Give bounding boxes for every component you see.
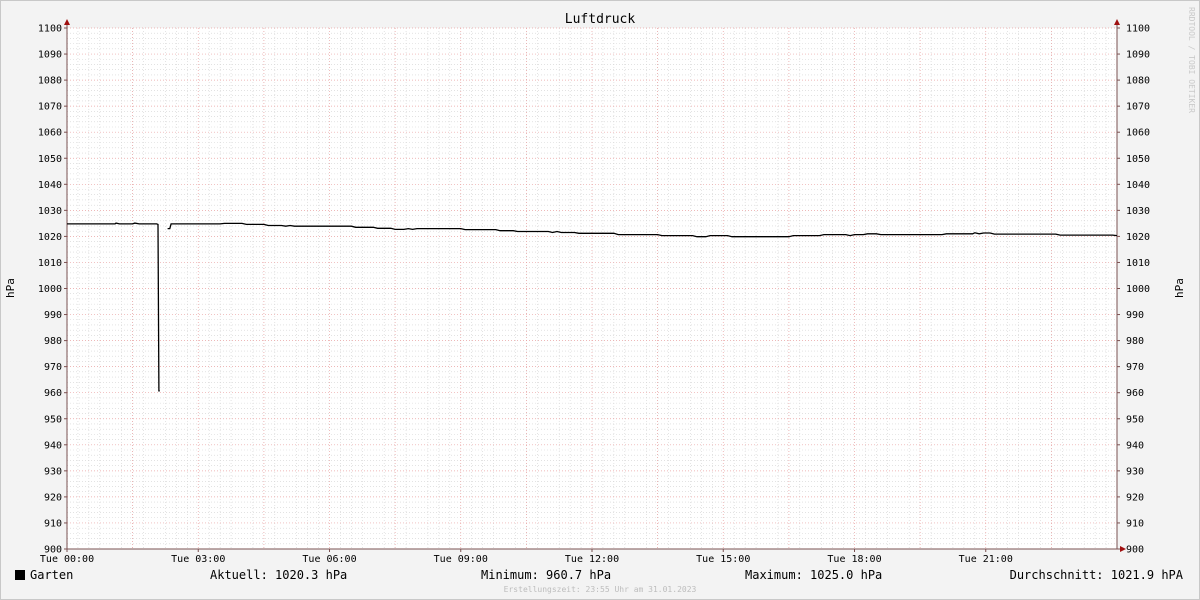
y-tick-label-right: 970 bbox=[1126, 362, 1144, 373]
y-tick-label-right: 900 bbox=[1126, 545, 1144, 556]
stat-average: Durchschnitt: 1021.9 hPA bbox=[1009, 568, 1183, 582]
y-tick-label: 940 bbox=[44, 440, 62, 451]
x-tick-label: Tue 00:00 bbox=[40, 554, 94, 565]
y-tick-label: 1070 bbox=[38, 102, 62, 113]
y-tick-label: 1020 bbox=[38, 232, 62, 243]
y-tick-label-right: 1020 bbox=[1126, 232, 1150, 243]
y-tick-label-right: 1010 bbox=[1126, 258, 1150, 269]
legend-swatch-garten bbox=[15, 570, 25, 580]
y-tick-label: 990 bbox=[44, 310, 62, 321]
stat-minimum: Minimum: 960.7 hPa bbox=[481, 568, 612, 582]
x-tick-label: Tue 15:00 bbox=[696, 554, 750, 565]
y-tick-label: 1030 bbox=[38, 206, 62, 217]
y-tick-label-right: 990 bbox=[1126, 310, 1144, 321]
y-tick-label-right: 1060 bbox=[1126, 128, 1150, 139]
rrdtool-watermark: RRDTOOL / TOBI OETIKER bbox=[1187, 7, 1196, 113]
y-tick-label-right: 910 bbox=[1126, 518, 1144, 529]
y-tick-label-right: 1040 bbox=[1126, 180, 1150, 191]
y-tick-label-right: 1100 bbox=[1126, 24, 1150, 35]
chart-title: Luftdruck bbox=[565, 12, 636, 27]
x-tick-label: Tue 21:00 bbox=[959, 554, 1013, 565]
y-tick-label: 1060 bbox=[38, 128, 62, 139]
y-tick-label-right: 980 bbox=[1126, 336, 1144, 347]
y-tick-label: 1100 bbox=[38, 24, 62, 35]
y-tick-label-right: 930 bbox=[1126, 466, 1144, 477]
y-tick-label-right: 1070 bbox=[1126, 102, 1150, 113]
stat-maximum: Maximum: 1025.0 hPa bbox=[745, 568, 883, 582]
y-tick-label: 950 bbox=[44, 414, 62, 425]
y-tick-label-right: 1050 bbox=[1126, 154, 1150, 165]
y-tick-label-right: 1030 bbox=[1126, 206, 1150, 217]
x-tick-label: Tue 03:00 bbox=[171, 554, 225, 565]
y-tick-label: 1080 bbox=[38, 76, 62, 87]
y-tick-label-right: 1000 bbox=[1126, 284, 1150, 295]
x-tick-label: Tue 06:00 bbox=[302, 554, 356, 565]
y-tick-label-right: 940 bbox=[1126, 440, 1144, 451]
y-tick-label: 980 bbox=[44, 336, 62, 347]
y-axis-arrow-right bbox=[1114, 19, 1120, 25]
y-tick-label: 1040 bbox=[38, 180, 62, 191]
y-tick-label: 1090 bbox=[38, 50, 62, 61]
y-tick-label-right: 1090 bbox=[1126, 50, 1150, 61]
x-tick-label: Tue 09:00 bbox=[434, 554, 488, 565]
y-tick-label-right: 920 bbox=[1126, 492, 1144, 503]
y-tick-label: 970 bbox=[44, 362, 62, 373]
legend: Garten Aktuell: 1020.3 hPa Minimum: 960.… bbox=[0, 566, 1200, 584]
y-tick-label-right: 960 bbox=[1126, 388, 1144, 399]
y-axis-title-right: hPa bbox=[1173, 278, 1186, 298]
y-axis-title-left: hPa bbox=[4, 278, 17, 298]
x-tick-label: Tue 12:00 bbox=[565, 554, 619, 565]
y-tick-label: 910 bbox=[44, 518, 62, 529]
y-tick-label: 1010 bbox=[38, 258, 62, 269]
y-axis-arrow-left bbox=[64, 19, 70, 25]
y-tick-label: 1050 bbox=[38, 154, 62, 165]
stat-current: Aktuell: 1020.3 hPa bbox=[210, 568, 348, 582]
y-tick-label: 960 bbox=[44, 388, 62, 399]
legend-series-name: Garten bbox=[30, 568, 74, 582]
pressure-chart: 900 900910 910920 920930 930940 940950 950960 9… bbox=[4, 7, 1196, 565]
y-tick-label: 1000 bbox=[38, 284, 62, 295]
x-tick-label: Tue 18:00 bbox=[827, 554, 881, 565]
y-tick-label: 930 bbox=[44, 466, 62, 477]
y-tick-label-right: 950 bbox=[1126, 414, 1144, 425]
y-tick-label-right: 1080 bbox=[1126, 76, 1150, 87]
creation-time: Erstellungszeit: 23:55 Uhr am 31.01.2023 bbox=[503, 585, 697, 594]
y-tick-label: 920 bbox=[44, 492, 62, 503]
